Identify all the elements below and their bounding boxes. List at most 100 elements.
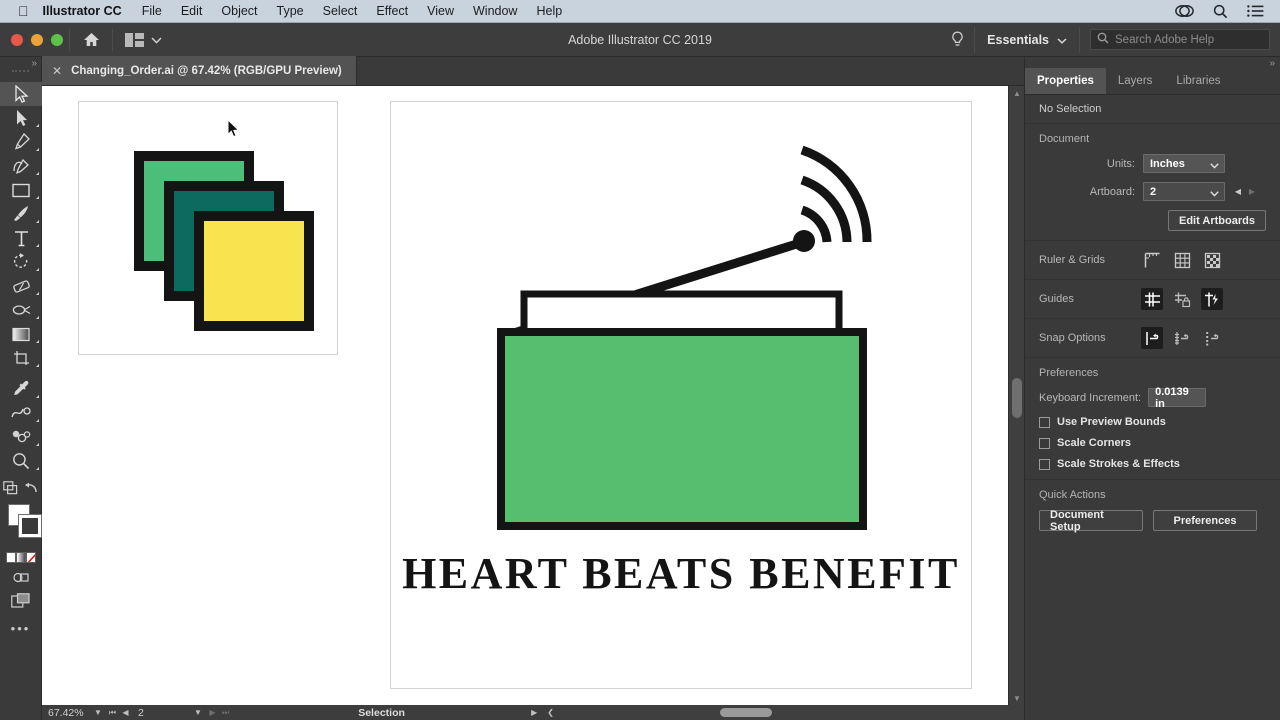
zoom-dropdown-icon[interactable]: ▼: [90, 708, 106, 717]
drawing-modes-icon[interactable]: [12, 571, 29, 589]
maximize-window-button[interactable]: [51, 33, 63, 46]
snap-to-grid-icon[interactable]: [1171, 327, 1193, 349]
list-icon[interactable]: [1247, 5, 1264, 17]
close-window-button[interactable]: [11, 33, 23, 46]
workspace-switcher[interactable]: Essentials: [974, 26, 1080, 53]
lightbulb-icon[interactable]: [940, 31, 974, 49]
blend-tool[interactable]: [0, 401, 42, 425]
units-select[interactable]: Inches: [1143, 154, 1225, 173]
zoom-tool[interactable]: [0, 449, 42, 473]
curvature-tool[interactable]: [0, 154, 42, 178]
direct-selection-tool[interactable]: [0, 106, 42, 130]
tab-layers[interactable]: Layers: [1106, 68, 1165, 94]
artboard-number-value[interactable]: 2: [132, 707, 190, 719]
snap-to-point-icon[interactable]: [1141, 327, 1163, 349]
width-tool[interactable]: [0, 298, 42, 322]
canvas-horizontal-scrollbar[interactable]: [560, 705, 1024, 720]
home-icon[interactable]: [76, 26, 106, 54]
next-artboard-icon[interactable]: ▶: [1245, 187, 1259, 196]
artboard-tool[interactable]: [0, 346, 42, 370]
show-transparency-grid-icon[interactable]: [1201, 249, 1223, 271]
use-preview-bounds-checkbox[interactable]: [1039, 416, 1050, 428]
color-mode-buttons: [6, 552, 41, 563]
previous-artboard-icon[interactable]: ◀: [119, 708, 132, 717]
document-tab[interactable]: ✕ Changing_Order.ai @ 67.42% (RGB/GPU Pr…: [42, 56, 357, 85]
artboard-2-main[interactable]: HEART BEATS BENEFIT: [390, 101, 972, 689]
last-artboard-icon[interactable]: ⏭: [219, 708, 232, 718]
close-icon[interactable]: ✕: [52, 64, 62, 78]
arrange-documents-icon[interactable]: [119, 26, 149, 54]
scale-corners-checkbox[interactable]: [1039, 437, 1050, 449]
menu-item-type[interactable]: Type: [277, 4, 304, 18]
pen-tool[interactable]: [0, 130, 42, 154]
status-next-icon[interactable]: ▶: [531, 708, 537, 717]
vertical-scroll-thumb[interactable]: [1012, 378, 1022, 418]
screen-mode-icon[interactable]: [11, 593, 30, 613]
show-rulers-icon[interactable]: [1141, 249, 1163, 271]
stroke-color-swatch[interactable]: [18, 514, 42, 538]
smart-guides-icon[interactable]: [1201, 288, 1223, 310]
menu-app-name[interactable]: Illustrator CC: [43, 4, 122, 18]
tab-properties[interactable]: Properties: [1025, 68, 1106, 94]
status-menu-icon[interactable]: ❮: [547, 708, 554, 717]
gradient-button[interactable]: [16, 552, 26, 563]
canvas-area[interactable]: HEART BEATS BENEFIT: [42, 86, 1008, 705]
more-tools-icon[interactable]: •••: [0, 621, 41, 636]
menu-item-edit[interactable]: Edit: [181, 4, 203, 18]
snap-to-pixel-icon[interactable]: [1201, 327, 1223, 349]
symbol-sprayer-tool[interactable]: [0, 425, 42, 449]
previous-artboard-icon[interactable]: ◀: [1231, 187, 1245, 196]
menu-item-effect[interactable]: Effect: [376, 4, 408, 18]
menu-item-window[interactable]: Window: [473, 4, 517, 18]
menu-item-help[interactable]: Help: [536, 4, 562, 18]
scroll-down-icon[interactable]: ▼: [1009, 691, 1025, 705]
change-screen-mode-icon[interactable]: [3, 480, 18, 500]
rectangle-tool[interactable]: [0, 178, 42, 202]
none-button[interactable]: [26, 552, 36, 563]
toolbar-collapse-icon[interactable]: »: [0, 57, 41, 69]
horizontal-scroll-thumb[interactable]: [720, 708, 772, 717]
undo-icon[interactable]: [24, 481, 38, 499]
menu-item-object[interactable]: Object: [221, 4, 257, 18]
artboard-dropdown-icon[interactable]: ▼: [190, 708, 206, 717]
preferences-button[interactable]: Preferences: [1153, 510, 1257, 531]
next-artboard-icon[interactable]: ▶: [206, 708, 219, 717]
divider: [112, 28, 113, 51]
first-artboard-icon[interactable]: ⏮: [106, 708, 119, 718]
zoom-level-value[interactable]: 67.42%: [42, 707, 90, 719]
artboard-select[interactable]: 2: [1143, 182, 1225, 201]
color-button[interactable]: [6, 552, 16, 563]
help-search-box[interactable]: Search Adobe Help: [1090, 29, 1270, 50]
gradient-tool[interactable]: [0, 322, 42, 346]
scale-strokes-effects-row[interactable]: Scale Strokes & Effects: [1039, 458, 1266, 470]
menu-item-view[interactable]: View: [427, 4, 454, 18]
edit-artboards-button[interactable]: Edit Artboards: [1168, 210, 1266, 231]
minimize-window-button[interactable]: [31, 33, 43, 46]
eraser-tool[interactable]: [0, 274, 42, 298]
type-tool[interactable]: [0, 226, 42, 250]
use-preview-bounds-row[interactable]: Use Preview Bounds: [1039, 416, 1266, 428]
chevron-down-icon[interactable]: [151, 31, 162, 49]
scale-strokes-effects-checkbox[interactable]: [1039, 458, 1050, 470]
selection-tool[interactable]: [0, 82, 42, 106]
rotate-tool[interactable]: [0, 250, 42, 274]
tab-libraries[interactable]: Libraries: [1164, 68, 1232, 94]
show-guides-icon[interactable]: [1141, 288, 1163, 310]
show-grid-icon[interactable]: [1171, 249, 1193, 271]
scroll-up-icon[interactable]: ▲: [1009, 86, 1025, 100]
paintbrush-tool[interactable]: [0, 202, 42, 226]
eyedropper-tool[interactable]: [0, 377, 42, 401]
toolbar-grip[interactable]: [12, 70, 29, 79]
keyboard-increment-field[interactable]: 0.0139 in: [1148, 386, 1207, 410]
tool-flyout-indicator: [36, 443, 39, 446]
menu-item-file[interactable]: File: [142, 4, 162, 18]
creative-cloud-icon[interactable]: [1175, 4, 1194, 18]
menu-item-select[interactable]: Select: [323, 4, 358, 18]
apple-icon[interactable]: : [18, 4, 29, 18]
artboard-1-thumbnail[interactable]: [78, 101, 338, 355]
scale-corners-row[interactable]: Scale Corners: [1039, 437, 1266, 449]
lock-guides-icon[interactable]: [1171, 288, 1193, 310]
document-setup-button[interactable]: Document Setup: [1039, 509, 1143, 533]
canvas-vertical-scrollbar[interactable]: ▲ ▼: [1008, 86, 1024, 705]
search-icon[interactable]: [1213, 4, 1228, 19]
